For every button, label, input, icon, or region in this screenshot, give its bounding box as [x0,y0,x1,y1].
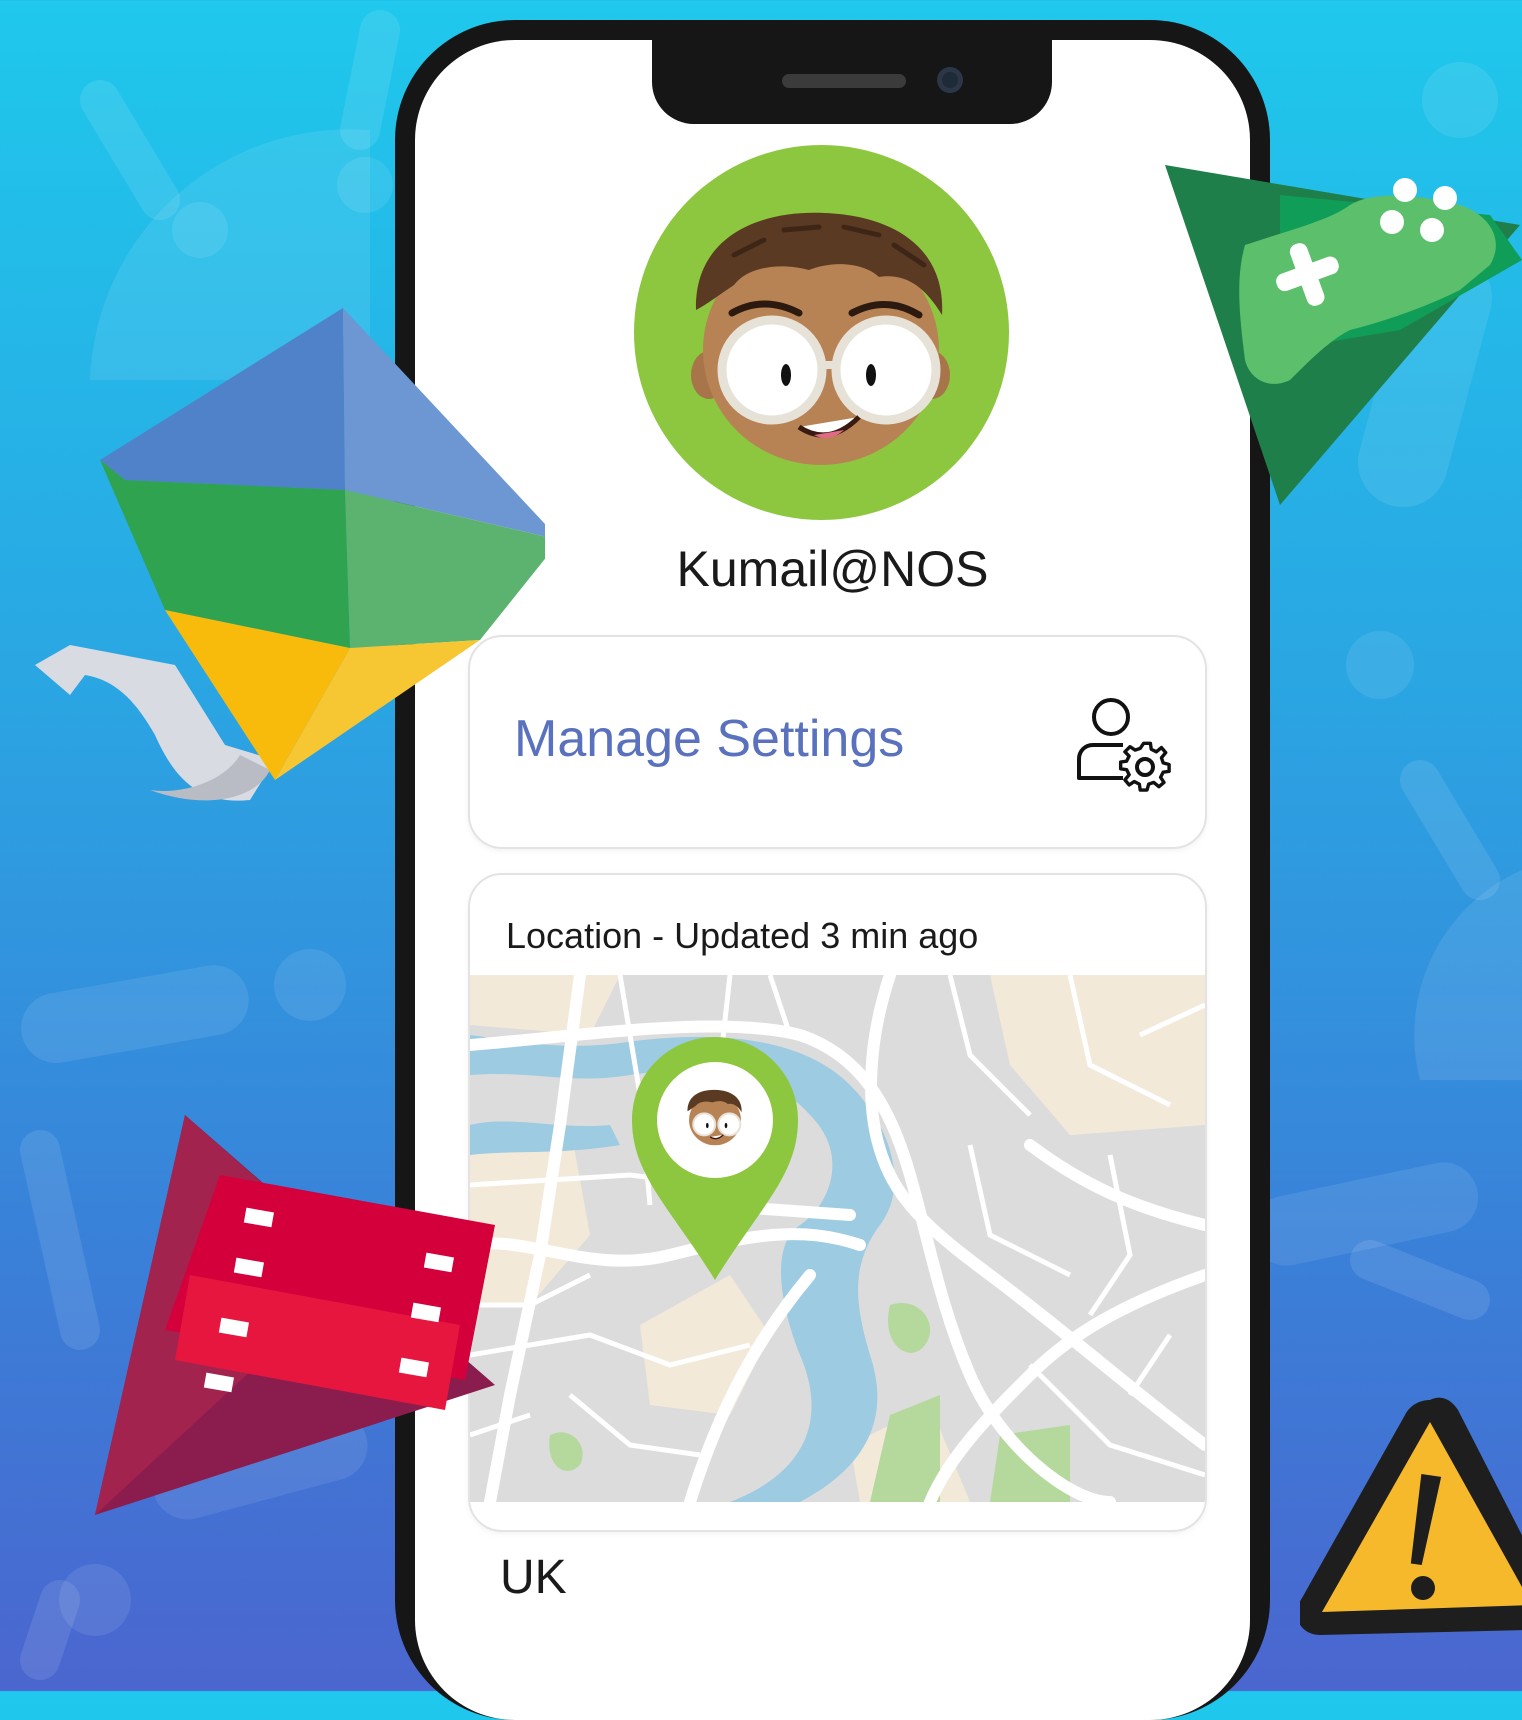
google-play-games-icon [1165,165,1522,505]
location-country: UK [500,1551,567,1604]
front-camera [937,67,963,93]
location-map[interactable] [470,975,1205,1502]
location-card[interactable]: Location - Updated 3 min ago [468,873,1207,1532]
phone-notch [652,40,1052,124]
manage-settings-label: Manage Settings [514,710,905,768]
speaker-grille [782,74,906,88]
manage-settings-button[interactable]: Manage Settings [468,635,1207,849]
phone-screen: Kumail@NOS Manage Settings Location - Up… [415,40,1250,1720]
location-updated-label: Location - Updated 3 min ago [506,915,979,956]
user-settings-icon [1077,698,1171,792]
google-play-movies-icon [95,1115,495,1515]
phone-frame: Kumail@NOS Manage Settings Location - Up… [395,20,1270,1720]
google-family-link-icon [35,308,545,801]
warning-icon [1300,1397,1522,1635]
boy-face-icon [691,212,950,465]
profile-avatar[interactable] [634,145,1009,520]
